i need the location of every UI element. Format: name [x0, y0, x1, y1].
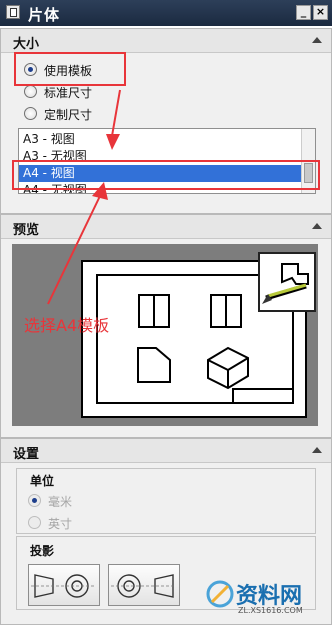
- watermark-url: ZL.XS1616.COM: [238, 606, 303, 615]
- annotation-text: 选择A4模板: [24, 316, 110, 335]
- watermark-logo-icon: [206, 580, 234, 608]
